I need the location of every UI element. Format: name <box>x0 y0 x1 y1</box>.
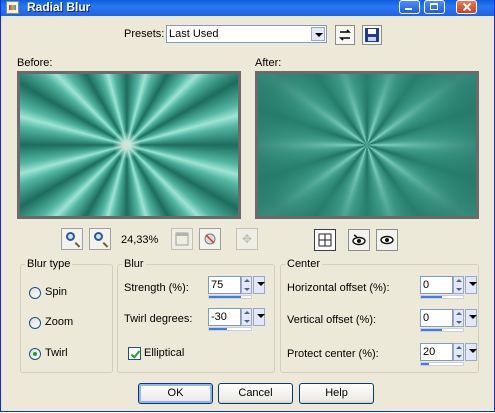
split-view-button[interactable] <box>314 229 336 251</box>
protect-center-dropdown-button[interactable] <box>465 343 477 361</box>
title-bar[interactable]: Radial Blur <box>1 0 494 16</box>
split-view-icon <box>318 233 332 247</box>
twirl-degrees-input[interactable]: -30 <box>208 308 241 326</box>
help-button[interactable]: Help <box>299 383 374 404</box>
elliptical-label[interactable]: Elliptical <box>144 347 184 360</box>
strength-slider-fill <box>209 296 241 298</box>
zoom-in-icon <box>94 232 103 241</box>
close-button[interactable] <box>456 0 477 14</box>
auto-proof-icon <box>352 234 366 246</box>
strength-spinner[interactable] <box>241 276 252 294</box>
horizontal-offset-input[interactable]: 0 <box>420 276 453 294</box>
vertical-offset-label: Vertical offset (%): <box>287 314 377 326</box>
presets-dropdown[interactable]: Last Used <box>166 25 327 43</box>
twirl-degrees-dropdown-button[interactable] <box>253 308 265 326</box>
strength-dropdown-button[interactable] <box>253 276 265 294</box>
twirl-degrees-spinner[interactable] <box>241 308 252 326</box>
horizontal-offset-slider[interactable] <box>420 295 464 299</box>
strength-input[interactable]: 75 <box>208 276 241 294</box>
before-preview[interactable] <box>17 71 241 219</box>
center-title: Center <box>285 258 323 271</box>
window-title: Radial Blur <box>27 0 91 14</box>
radio-twirl[interactable] <box>29 348 41 360</box>
preview-on-image-button[interactable] <box>376 229 398 251</box>
protect-center-input[interactable]: 20 <box>420 343 453 361</box>
strength-slider[interactable] <box>208 295 252 299</box>
zoom-level: 24,33% <box>121 234 159 246</box>
radio-twirl-label[interactable]: Twirl <box>45 347 68 360</box>
protect-center-control: 20 <box>420 343 477 366</box>
vertical-offset-control: 0 <box>420 309 477 332</box>
maximize-button[interactable] <box>424 0 445 14</box>
horizontal-offset-slider-fill <box>421 296 442 298</box>
horizontal-offset-spinner[interactable] <box>453 276 464 294</box>
protect-center-label: Protect center (%): <box>287 348 379 360</box>
elliptical-checkbox[interactable] <box>128 347 141 360</box>
vertical-offset-slider[interactable] <box>420 328 464 332</box>
twirl-degrees-label: Twirl degrees: <box>124 313 193 325</box>
radio-zoom-label[interactable]: Zoom <box>45 316 73 329</box>
blur-title: Blur <box>122 258 146 271</box>
protect-center-spinner[interactable] <box>453 343 464 361</box>
reset-icon <box>204 233 216 245</box>
zoom-out-button[interactable] <box>61 228 83 250</box>
radio-spin-label[interactable]: Spin <box>45 286 67 299</box>
strength-control: 75 <box>208 276 265 299</box>
proof-icon <box>175 232 189 246</box>
horizontal-offset-label: Horizontal offset (%): <box>287 282 390 294</box>
reset-preset-button[interactable] <box>335 25 355 45</box>
chevron-down-icon[interactable] <box>311 27 325 41</box>
radio-zoom[interactable] <box>29 317 41 329</box>
floppy-disk-icon <box>365 28 379 42</box>
zoom-out-icon <box>66 232 75 241</box>
strength-label: Strength (%): <box>124 282 189 294</box>
twirl-degrees-control: -30 <box>208 308 265 331</box>
presets-value: Last Used <box>169 28 219 40</box>
vertical-offset-spinner[interactable] <box>453 309 464 327</box>
horizontal-offset-dropdown-button[interactable] <box>465 276 477 294</box>
app-icon <box>6 1 19 14</box>
vertical-offset-slider-fill <box>421 329 442 331</box>
radio-spin[interactable] <box>29 287 41 299</box>
blur-type-title: Blur type <box>25 258 73 271</box>
vertical-offset-input[interactable]: 0 <box>420 309 453 327</box>
after-preview <box>255 71 479 219</box>
cancel-button[interactable]: Cancel <box>218 383 293 404</box>
horizontal-offset-control: 0 <box>420 276 477 299</box>
minimize-button[interactable] <box>399 0 420 14</box>
vertical-offset-dropdown-button[interactable] <box>465 309 477 327</box>
zoom-in-button[interactable] <box>89 228 111 250</box>
move-button[interactable]: ✥ <box>236 228 258 250</box>
ok-button[interactable]: OK <box>138 383 213 404</box>
twirl-degrees-slider[interactable] <box>208 327 252 331</box>
swap-arrows-icon <box>339 29 351 41</box>
reset-view-button[interactable] <box>199 228 221 250</box>
save-preset-button[interactable] <box>362 25 382 45</box>
protect-center-slider-fill <box>421 363 430 365</box>
before-label: Before: <box>17 57 53 69</box>
radial-blur-dialog: Radial Blur Presets: Last Used Before: A… <box>0 0 495 412</box>
proof-button[interactable] <box>171 228 193 250</box>
presets-label: Presets: <box>124 28 165 40</box>
after-label: After: <box>255 57 282 69</box>
move-icon: ✥ <box>242 232 253 246</box>
twirl-degrees-slider-fill <box>209 328 227 330</box>
protect-center-slider[interactable] <box>420 362 464 366</box>
auto-proof-button[interactable] <box>348 229 370 251</box>
preview-on-image-icon <box>380 235 394 245</box>
